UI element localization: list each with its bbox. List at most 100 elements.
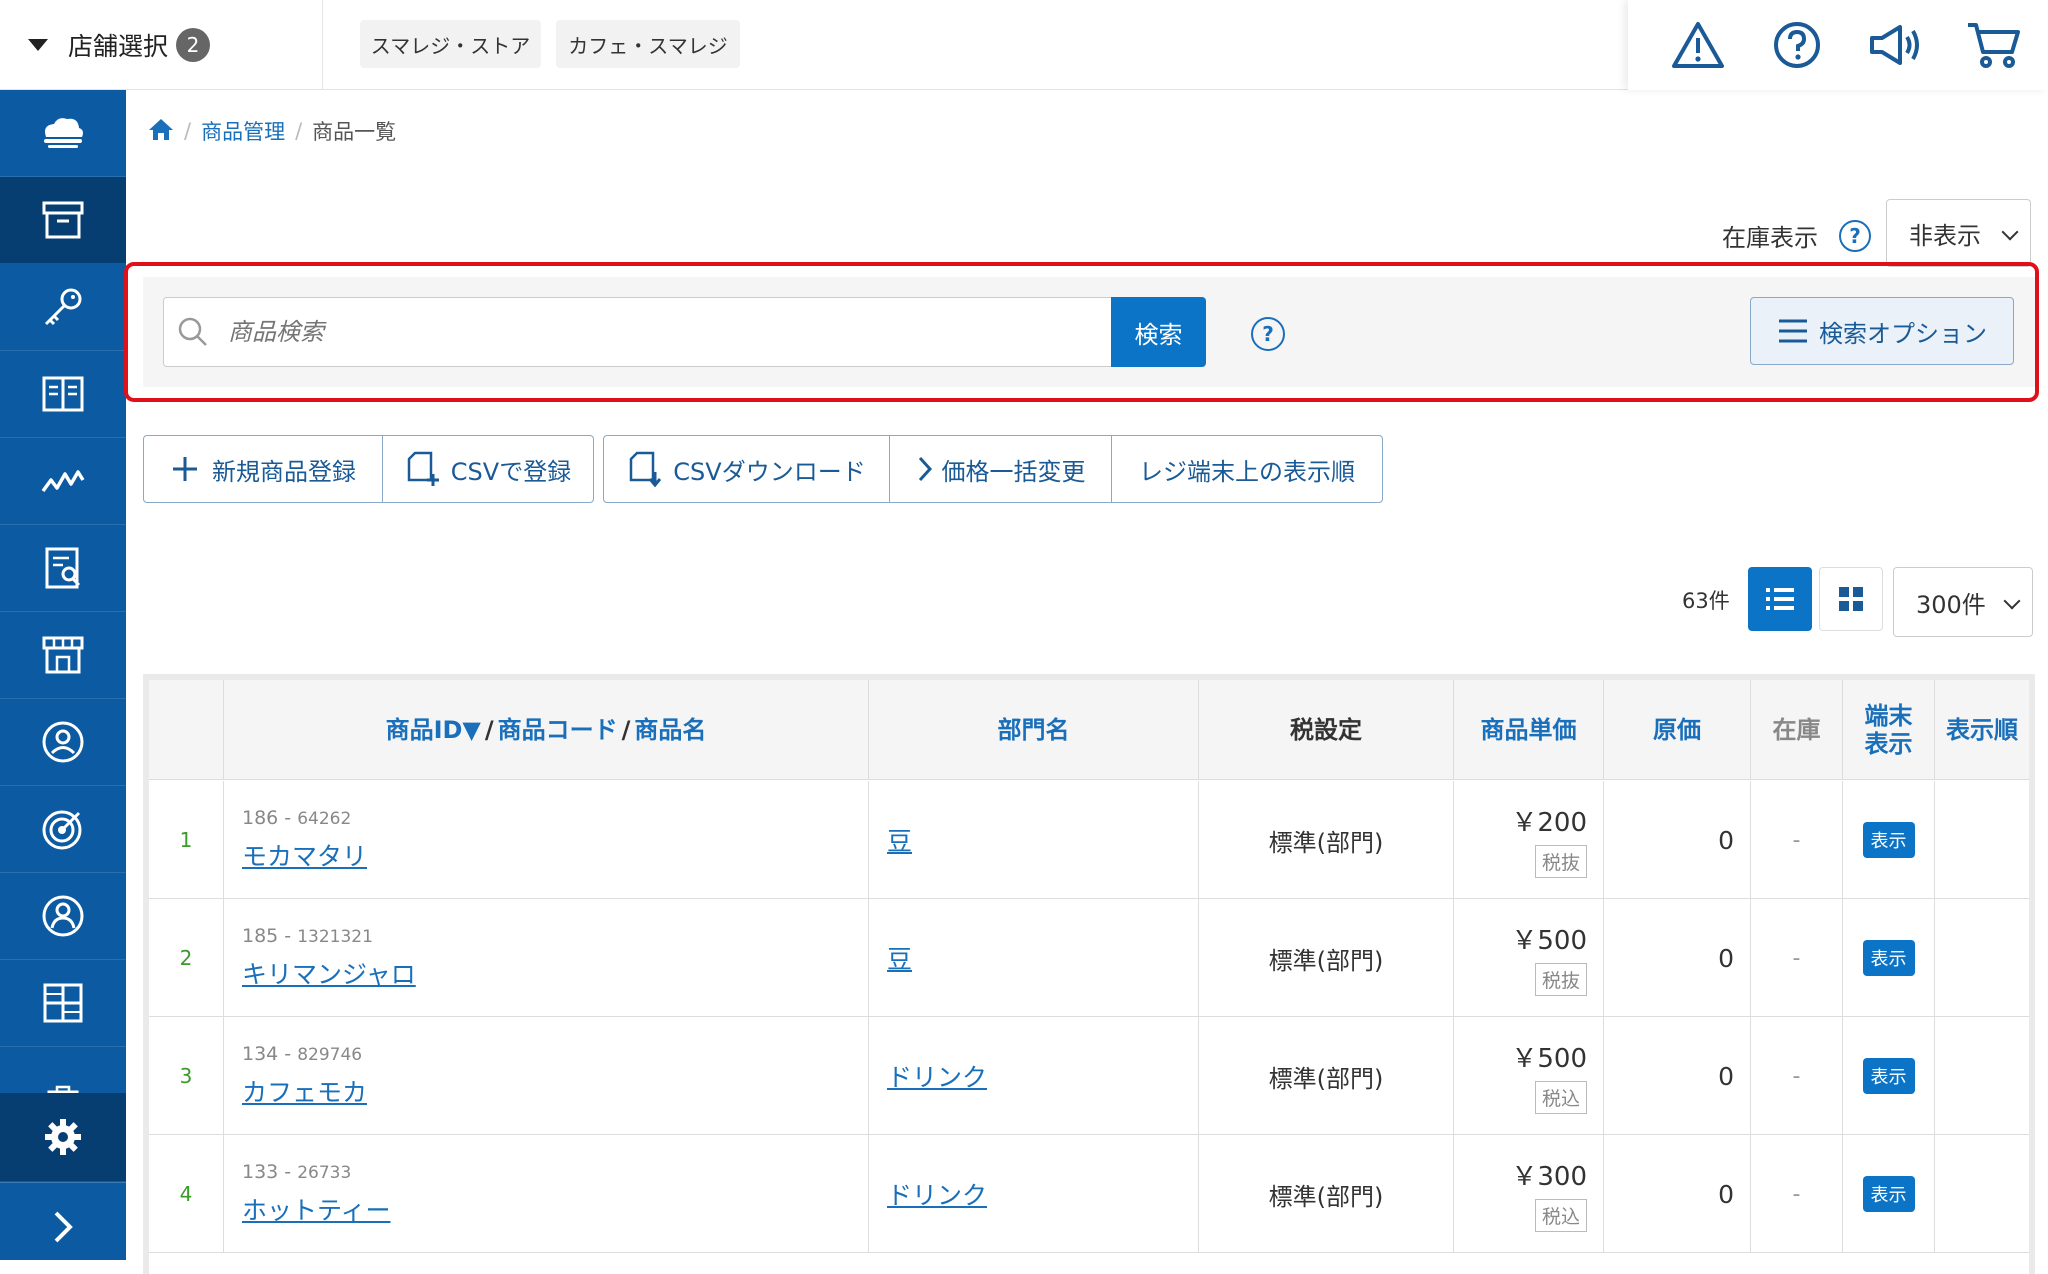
price-amount: ￥300 xyxy=(1511,1162,1587,1192)
customer-icon xyxy=(42,721,84,763)
product-id-code: 133 - 26733 xyxy=(242,1161,352,1183)
table-row: 2 185 - 1321321 キリマンジャロ 豆 標準(部門) ￥500 税抜 0- 表示 xyxy=(149,899,2029,1017)
display-badge: 表示 xyxy=(1862,1176,1915,1212)
bulk-price-change-button[interactable]: 価格一括変更 xyxy=(890,436,1112,502)
store-tab-smaregi-store[interactable]: スマレジ・ストア xyxy=(360,20,541,68)
list-view-button[interactable] xyxy=(1748,567,1812,631)
product-table: 商品ID▼ / 商品コード / 商品名 部門名 税設定 商品単価 原価 在庫 端… xyxy=(143,674,2035,1274)
header-terminal-display[interactable]: 端末表示 xyxy=(1842,680,1934,780)
header-cost[interactable]: 原価 xyxy=(1603,680,1750,780)
settings-button[interactable] xyxy=(0,1093,126,1181)
top-bar: 店舗選択 2 スマレジ・ストア カフェ・スマレジ xyxy=(0,0,2048,90)
product-code: 829746 xyxy=(297,1045,363,1065)
sidebar-item-target[interactable] xyxy=(0,786,126,873)
dept-link[interactable]: ドリンク xyxy=(869,1176,987,1212)
new-product-label: 新規商品登録 xyxy=(212,457,356,486)
product-id: 133 xyxy=(242,1161,279,1183)
product-code: 64262 xyxy=(297,809,352,829)
sidebar-item-analytics[interactable] xyxy=(0,438,126,525)
store-tab-cafe-smaregi[interactable]: カフェ・スマレジ xyxy=(556,20,740,68)
gear-icon xyxy=(45,1119,81,1155)
sidebar-item-report[interactable] xyxy=(0,525,126,612)
caret-down-icon xyxy=(28,39,48,51)
box-icon xyxy=(42,201,84,239)
display-order-cell xyxy=(1934,781,2029,899)
home-icon[interactable] xyxy=(148,117,174,146)
product-name-link[interactable]: モカマタリ xyxy=(242,837,367,873)
store-select[interactable]: 店舗選択 2 xyxy=(0,0,323,90)
header-tax: 税設定 xyxy=(1198,680,1453,780)
stock-display-select[interactable]: 非表示 xyxy=(1886,199,2031,267)
header-dept[interactable]: 部門名 xyxy=(868,680,1198,780)
key-icon xyxy=(44,288,82,326)
book-icon xyxy=(42,376,84,412)
stock-help-icon[interactable]: ? xyxy=(1839,220,1871,252)
sidebar-item-store[interactable] xyxy=(0,612,126,699)
dept-link[interactable]: ドリンク xyxy=(869,1058,987,1094)
terminal-display-order-button[interactable]: レジ端末上の表示順 xyxy=(1112,436,1382,502)
product-id-code: 134 - 829746 xyxy=(242,1043,363,1065)
sidebar-item-cloud[interactable] xyxy=(0,90,126,177)
display-order-cell xyxy=(1934,899,2029,1017)
chevron-down-icon xyxy=(2001,223,2019,241)
sidebar-item-key[interactable] xyxy=(0,264,126,351)
product-name-link[interactable]: キリマンジャロ xyxy=(242,955,416,991)
sort-product-code[interactable]: 商品コード xyxy=(498,716,618,744)
new-product-button[interactable]: 新規商品登録 xyxy=(144,436,383,502)
sidebar-item-user[interactable] xyxy=(0,873,126,960)
stock-value: - xyxy=(1750,781,1842,899)
expand-sidebar-button[interactable] xyxy=(0,1182,126,1260)
product-name-link[interactable]: ホットティー xyxy=(242,1191,391,1227)
price-cell: ￥500 税抜 xyxy=(1453,899,1603,1017)
result-count: 63件 xyxy=(1682,589,1730,613)
header-id-code-name: 商品ID▼ / 商品コード / 商品名 xyxy=(223,680,868,780)
terminal-display-cell: 表示 xyxy=(1842,899,1934,1017)
tax-setting: 標準(部門) xyxy=(1198,1017,1453,1135)
display-order-cell xyxy=(1934,1017,2029,1135)
bulk-price-change-label: 価格一括変更 xyxy=(941,457,1086,486)
csv-download-label: CSVダウンロード xyxy=(673,457,866,486)
product-code: 1321321 xyxy=(297,927,373,947)
product-id: 134 xyxy=(242,1043,279,1065)
report-icon xyxy=(45,547,81,589)
sort-product-id[interactable]: 商品ID▼ xyxy=(386,716,481,744)
per-page-select[interactable]: 300件 xyxy=(1893,567,2033,637)
product-cell: 185 - 1321321 キリマンジャロ xyxy=(223,899,868,1017)
price-amount: ￥500 xyxy=(1511,926,1587,956)
header-display-order[interactable]: 表示順 xyxy=(1934,680,2029,780)
header-price[interactable]: 商品単価 xyxy=(1453,680,1603,780)
highlight-frame xyxy=(124,262,2039,402)
header-stock: 在庫 xyxy=(1750,680,1842,780)
cost-value: 0 xyxy=(1603,899,1750,1017)
terminal-display-order-label: レジ端末上の表示順 xyxy=(1139,457,1355,486)
product-id-code: 185 - 1321321 xyxy=(242,925,373,947)
action-group-register: 新規商品登録 CSVで登録 xyxy=(143,435,594,503)
breadcrumb-product-management[interactable]: 商品管理 xyxy=(201,116,285,146)
grid-view-button[interactable] xyxy=(1819,567,1883,631)
dept-link[interactable]: 豆 xyxy=(869,822,912,858)
tax-type-badge: 税抜 xyxy=(1534,845,1587,878)
chevron-right-icon xyxy=(54,1211,73,1242)
store-icon xyxy=(42,636,84,674)
csv-register-button[interactable]: CSVで登録 xyxy=(383,436,593,502)
sidebar-item-customer[interactable] xyxy=(0,699,126,786)
price-amount: ￥500 xyxy=(1511,1044,1587,1074)
csv-download-button[interactable]: CSVダウンロード xyxy=(604,436,890,502)
sort-product-name[interactable]: 商品名 xyxy=(634,716,706,744)
dept-link[interactable]: 豆 xyxy=(869,940,912,976)
product-name-link[interactable]: カフェモカ xyxy=(242,1073,367,1109)
megaphone-icon[interactable] xyxy=(1868,17,1924,73)
table-row: 4 133 - 26733 ホットティー ドリンク 標準(部門) ￥300 税込 0- 表示 xyxy=(149,1135,2029,1253)
help-icon[interactable] xyxy=(1769,17,1825,73)
sidebar-item-products[interactable] xyxy=(0,177,126,264)
display-badge: 表示 xyxy=(1862,822,1915,858)
sidebar-item-grid[interactable] xyxy=(0,960,126,1047)
warning-icon[interactable] xyxy=(1670,17,1726,73)
cart-icon[interactable] xyxy=(1966,17,2022,73)
price-cell: ￥300 税込 xyxy=(1453,1135,1603,1253)
row-number: 3 xyxy=(179,1064,193,1088)
plus-icon xyxy=(173,457,197,481)
sidebar-item-book[interactable] xyxy=(0,351,126,438)
table-row: 3 134 - 829746 カフェモカ ドリンク 標準(部門) ￥500 税込 0- 表示 xyxy=(149,1017,2029,1135)
action-group-tools: CSVダウンロード 価格一括変更 レジ端末上の表示順 xyxy=(603,435,1383,503)
